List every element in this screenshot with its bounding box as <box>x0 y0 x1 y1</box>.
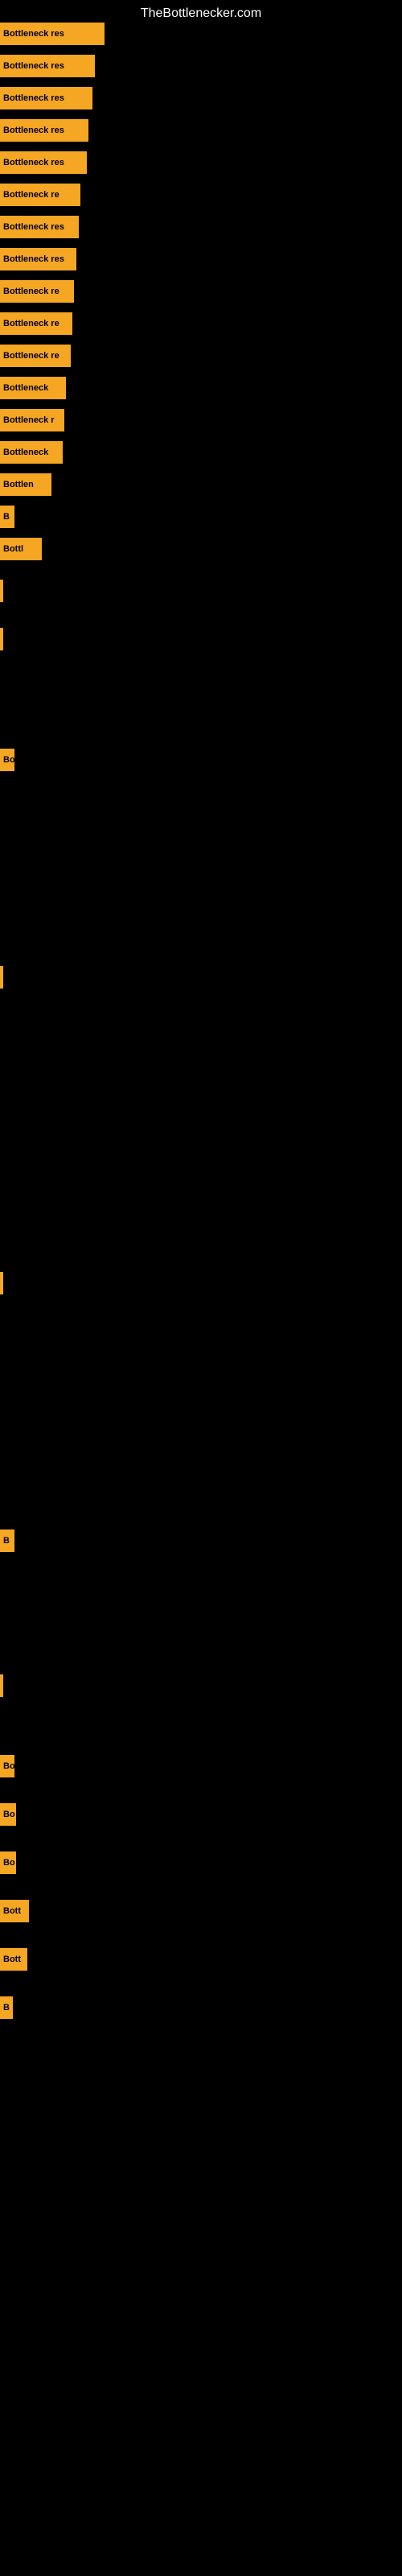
bar-label: Bott <box>3 1955 21 1964</box>
bar-label: Bottleneck res <box>3 93 64 103</box>
bar-item <box>0 1272 3 1294</box>
bar-item: Bottleneck <box>0 441 63 464</box>
bar-label: Bottleneck re <box>3 287 59 296</box>
bar-item: Bott <box>0 1948 27 1971</box>
bar-item <box>0 966 3 989</box>
bar-label: Bottleneck res <box>3 29 64 39</box>
bar-item: Bottleneck res <box>0 151 87 174</box>
bar-item: B <box>0 1530 14 1552</box>
bar-item: Bottleneck res <box>0 23 105 45</box>
bar-item: Bottleneck re <box>0 280 74 303</box>
bar-item: Bottleneck r <box>0 409 64 431</box>
bar-item: Bottleneck re <box>0 184 80 206</box>
bar-item <box>0 580 3 602</box>
bar-item: Bottlen <box>0 473 51 496</box>
bar-label: Bott <box>3 1906 21 1916</box>
bar-item: Bottleneck res <box>0 119 88 142</box>
bar-item: Bottl <box>0 538 42 560</box>
bar-item: Bottleneck res <box>0 216 79 238</box>
bar-item: Bo <box>0 749 14 771</box>
bar-label: Bottleneck res <box>3 254 64 264</box>
bar-label: B <box>3 1536 10 1546</box>
bar-label: Bo <box>3 1810 15 1819</box>
bar-item <box>0 628 3 650</box>
bar-item: Bottleneck res <box>0 55 95 77</box>
bar-label: Bottleneck re <box>3 351 59 361</box>
bar-item <box>0 1674 3 1697</box>
bar-label: Bottleneck res <box>3 61 64 71</box>
bar-label: Bo <box>3 755 14 765</box>
bar-item: Bottleneck res <box>0 248 76 270</box>
bar-item: Bo <box>0 1852 16 1874</box>
bar-label: Bottlen <box>3 480 34 489</box>
bar-item: Bottleneck re <box>0 345 71 367</box>
bar-item: B <box>0 1996 13 2019</box>
bar-label: Bottleneck <box>3 383 48 393</box>
bar-item: Bott <box>0 1900 29 1922</box>
bar-item: Bottleneck res <box>0 87 92 109</box>
bar-label: Bottleneck re <box>3 190 59 200</box>
bar-item: Bottleneck <box>0 377 66 399</box>
bar-label: B <box>3 512 10 522</box>
bar-item: B <box>0 506 14 528</box>
bar-label: Bottleneck re <box>3 319 59 328</box>
bar-item: Bo <box>0 1755 14 1777</box>
bar-label: Bottleneck r <box>3 415 55 425</box>
bar-label: Bottleneck res <box>3 126 64 135</box>
bar-label: Bottleneck res <box>3 158 64 167</box>
bar-label: Bo <box>3 1858 15 1868</box>
bar-label: Bo <box>3 1761 14 1771</box>
bar-label: Bottl <box>3 544 23 554</box>
bar-label: Bottleneck <box>3 448 48 457</box>
bar-label: Bottleneck res <box>3 222 64 232</box>
bar-label: B <box>3 2003 10 2013</box>
bar-item: Bottleneck re <box>0 312 72 335</box>
bar-item: Bo <box>0 1803 16 1826</box>
